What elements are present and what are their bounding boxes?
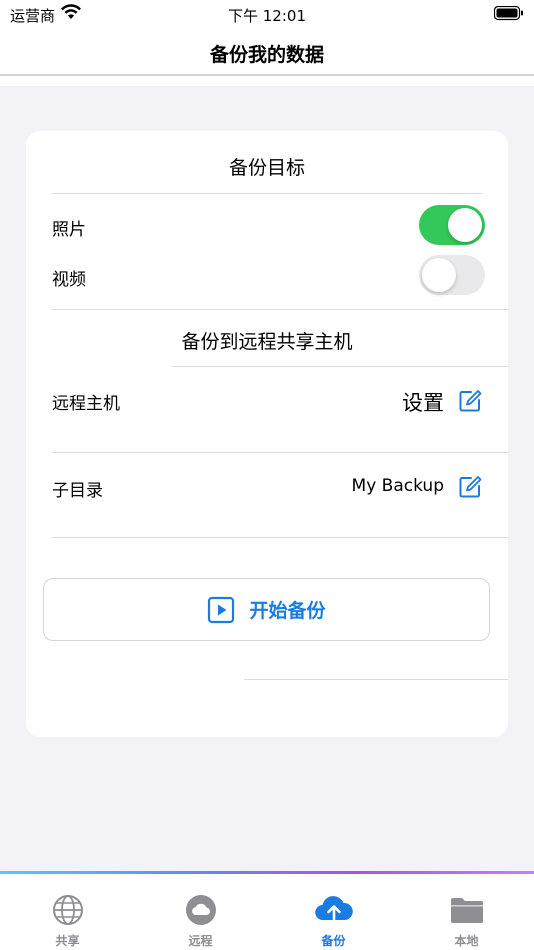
- separator: [244, 679, 508, 680]
- toggle-knob: [448, 208, 482, 242]
- tab-remote[interactable]: 远程: [134, 874, 267, 950]
- folder-icon: [450, 898, 483, 923]
- start-backup-label: 开始备份: [249, 600, 326, 622]
- videos-toggle[interactable]: [419, 255, 485, 295]
- tab-bar: 共享 远程 备份 本地: [0, 874, 534, 950]
- separator: [52, 537, 508, 538]
- separator: [52, 309, 508, 310]
- page-title: 备份我的数据: [209, 44, 324, 66]
- tab-local-label: 本地: [454, 934, 479, 948]
- tab-share-label: 共享: [55, 934, 80, 948]
- backup-target-title: 备份目标: [228, 157, 305, 179]
- clock-time: 下午 12:01: [228, 7, 306, 25]
- remote-host-value: 设置: [402, 391, 444, 415]
- nav-divider-strip: [0, 76, 534, 86]
- globe-icon: [52, 895, 83, 925]
- status-bar: 运营商 下午 12:01: [0, 0, 534, 28]
- backup-settings-card: 备份目标 照片 视频 备份到远程共享主机 远程主机 设置 子目录 My Back…: [26, 131, 508, 737]
- photos-label: 照片: [52, 220, 86, 240]
- remote-host-label: 远程主机: [52, 394, 120, 414]
- tab-local[interactable]: 本地: [400, 874, 533, 950]
- navigation-bar: 备份我的数据: [0, 28, 534, 76]
- separator: [52, 452, 508, 453]
- subdirectory-label: 子目录: [52, 481, 103, 501]
- edit-icon[interactable]: [458, 389, 482, 413]
- tab-backup-label: 备份: [321, 934, 346, 948]
- battery-icon: [494, 6, 523, 21]
- tab-backup[interactable]: 备份: [267, 874, 400, 950]
- toggle-knob: [422, 258, 456, 292]
- edit-icon[interactable]: [458, 475, 482, 499]
- subdirectory-value: My Backup: [351, 476, 444, 496]
- separator: [172, 366, 508, 367]
- remote-section-title: 备份到远程共享主机: [181, 331, 353, 353]
- tab-share[interactable]: 共享: [1, 874, 134, 950]
- tab-remote-label: 远程: [188, 934, 213, 948]
- start-backup-button[interactable]: 开始备份: [43, 578, 490, 641]
- cloud-upload-icon: [314, 896, 353, 921]
- cloud-icon: [185, 895, 216, 925]
- separator: [52, 193, 482, 194]
- videos-label: 视频: [52, 270, 86, 290]
- play-icon: [208, 596, 235, 623]
- photos-toggle[interactable]: [419, 205, 485, 245]
